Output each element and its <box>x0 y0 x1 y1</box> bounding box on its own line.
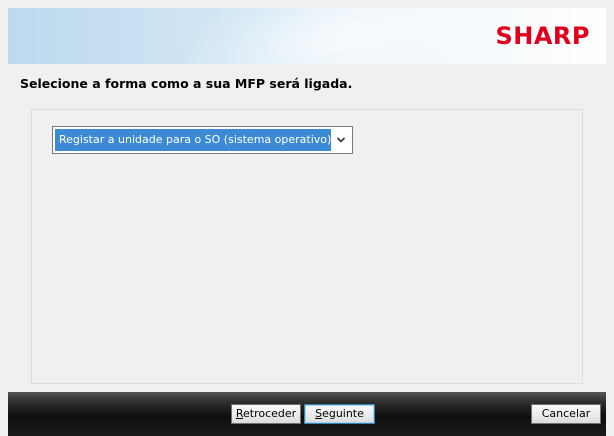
sharp-logo: SHARP <box>495 22 590 50</box>
connection-method-select[interactable]: Registar a unidade para o SO (sistema op… <box>52 126 353 154</box>
header-decoration <box>157 8 539 64</box>
header-banner: SHARP <box>8 8 606 64</box>
back-button[interactable]: Retroceder <box>231 404 301 424</box>
back-button-mnemonic: R <box>235 407 243 420</box>
connection-method-selected-value: Registar a unidade para o SO (sistema op… <box>55 129 331 151</box>
chevron-down-icon[interactable] <box>336 136 346 144</box>
next-button-mnemonic: S <box>315 407 323 420</box>
cancel-button[interactable]: Cancelar <box>531 404 601 424</box>
instruction-text: Selecione a forma como a sua MFP será li… <box>20 76 353 91</box>
back-button-label: etroceder <box>242 407 297 420</box>
installer-window: SHARP Selecione a forma como a sua MFP s… <box>0 0 614 436</box>
next-button-label: eguinte <box>322 407 364 420</box>
next-button[interactable]: Seguinte <box>304 404 375 424</box>
